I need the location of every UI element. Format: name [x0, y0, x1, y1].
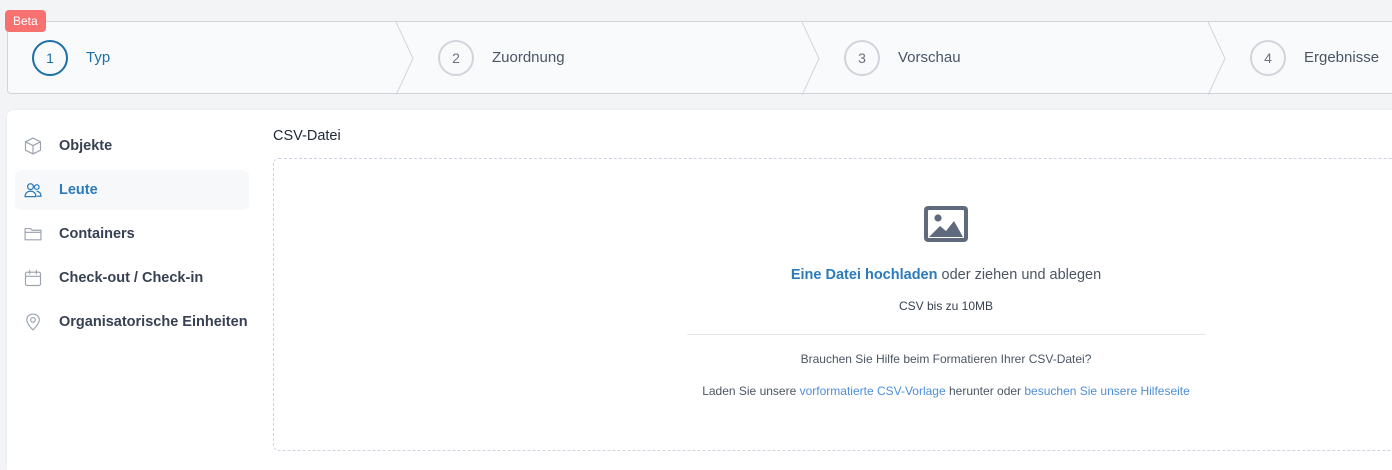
import-type-sidebar: Objekte Leute Containers Check-out / Che…: [15, 126, 249, 346]
divider: [687, 334, 1205, 335]
csv-template-link[interactable]: vorformatierte CSV-Vorlage: [800, 384, 946, 398]
sidebar-item-label: Leute: [59, 182, 98, 198]
sidebar-item-objekte[interactable]: Objekte: [15, 126, 249, 166]
import-panel: Objekte Leute Containers Check-out / Che…: [7, 110, 1392, 470]
help-page-link[interactable]: besuchen Sie unsere Hilfeseite: [1024, 384, 1189, 398]
step-label: Zuordnung: [492, 49, 565, 66]
step-label: Vorschau: [898, 49, 961, 66]
image-icon: [924, 206, 968, 247]
step-vorschau[interactable]: 3 Vorschau: [844, 22, 961, 93]
step-ergebnisse[interactable]: 4 Ergebnisse: [1250, 22, 1379, 93]
csv-file-label: CSV-Datei: [273, 128, 341, 144]
step-typ[interactable]: 1 Typ: [32, 22, 110, 93]
upload-prompt: Eine Datei hochladen oder ziehen und abl…: [687, 267, 1205, 283]
step-number: 2: [438, 39, 474, 76]
step-label: Ergebnisse: [1304, 49, 1380, 66]
sidebar-item-check-out-check-in[interactable]: Check-out / Check-in: [15, 258, 249, 298]
step-label: Typ: [86, 49, 111, 66]
calendar-icon: [23, 268, 43, 288]
csv-dropzone[interactable]: Eine Datei hochladen oder ziehen und abl…: [273, 158, 1392, 451]
help-prefix-text: Laden Sie unsere: [702, 384, 800, 398]
step-separator: [802, 22, 820, 95]
users-icon: [23, 180, 43, 200]
file-size-hint: CSV bis zu 10MB: [898, 299, 994, 313]
help-links: Laden Sie unsere vorformatierte CSV-Vorl…: [677, 384, 1215, 398]
step-number: 4: [1250, 39, 1286, 76]
step-number: 1: [32, 39, 68, 76]
sidebar-item-organisatorische-einheiten[interactable]: Organisatorische Einheiten: [15, 302, 249, 342]
step-number: 3: [844, 39, 880, 76]
upload-file-link[interactable]: Eine Datei hochladen: [791, 267, 938, 283]
sidebar-item-containers[interactable]: Containers: [15, 214, 249, 254]
beta-badge: Beta: [5, 10, 46, 32]
help-question: Brauchen Sie Hilfe beim Formatieren Ihre…: [800, 352, 1092, 366]
step-separator: [1208, 22, 1226, 95]
sidebar-item-label: Organisatorische Einheiten: [59, 314, 248, 330]
help-middle-text: herunter oder: [945, 384, 1025, 398]
progress-stepper: 1 Typ 2 Zuordnung 3 Vorschau 4 Ergebniss…: [7, 21, 1392, 95]
map-pin-icon: [23, 312, 43, 332]
sidebar-item-leute[interactable]: Leute: [15, 170, 249, 210]
sidebar-item-label: Containers: [59, 226, 135, 242]
sidebar-item-label: Check-out / Check-in: [59, 270, 204, 286]
cube-icon: [23, 136, 43, 156]
drag-drop-text: oder ziehen und ablegen: [937, 267, 1102, 283]
step-zuordnung[interactable]: 2 Zuordnung: [438, 22, 565, 93]
step-separator: [396, 22, 414, 95]
sidebar-item-label: Objekte: [59, 138, 113, 154]
folder-icon: [23, 224, 43, 244]
